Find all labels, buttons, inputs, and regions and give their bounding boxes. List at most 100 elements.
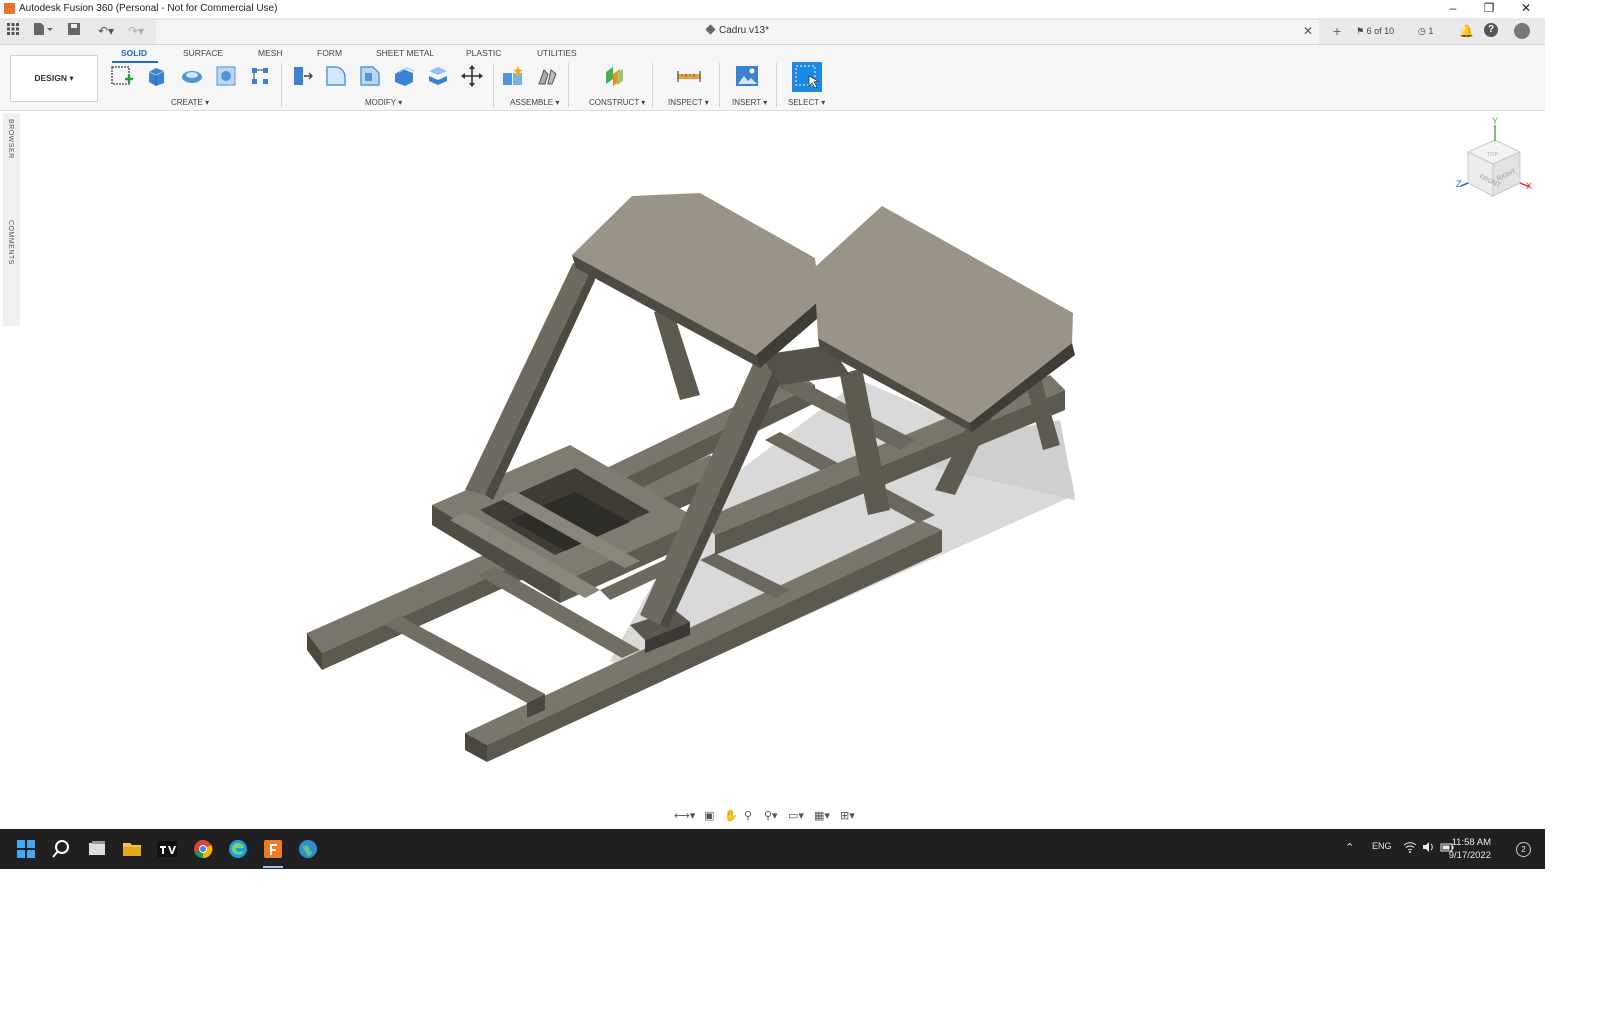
move-icon[interactable] [460, 64, 484, 88]
tradingview-icon[interactable] [157, 839, 177, 859]
viewcube-top-label[interactable]: TOP [1487, 152, 1499, 158]
file-explorer-icon[interactable] [122, 839, 142, 859]
fusion-logo-icon [4, 3, 15, 14]
select-icon[interactable] [792, 62, 822, 92]
separator [652, 63, 653, 107]
view-cube[interactable]: FRONT RIGHT TOP Y X Z [1456, 116, 1532, 197]
workspace-label: DESIGN [34, 73, 67, 83]
assemble-menu[interactable]: ASSEMBLE ▾ [510, 98, 559, 107]
help-icon[interactable]: ? [1484, 23, 1498, 37]
modify-menu[interactable]: MODIFY ▾ [365, 98, 402, 107]
cube-icon [705, 24, 716, 35]
file-menu-icon[interactable] [32, 23, 54, 39]
frame-model[interactable] [307, 193, 1075, 762]
hole-icon[interactable] [214, 64, 238, 88]
insert-menu[interactable]: INSERT ▾ [732, 98, 767, 107]
new-tab-plus-icon[interactable]: + [1327, 23, 1347, 39]
job-status[interactable]: ◷ 1 [1418, 23, 1433, 39]
pan-hand-icon[interactable]: ✋ [724, 809, 738, 822]
separator [281, 63, 282, 107]
undo-icon[interactable]: ↶▾ [94, 23, 118, 39]
revolve-icon[interactable] [180, 64, 204, 88]
notifications-bell-icon[interactable]: 🔔 [1459, 23, 1474, 39]
clock-date: 9/17/2022 [1448, 850, 1491, 861]
combine-icon[interactable] [426, 64, 450, 88]
windows-start-icon[interactable] [16, 839, 36, 859]
minimize-button[interactable]: – [1435, 0, 1471, 18]
tab-utilities[interactable]: UTILITIES [537, 48, 577, 58]
clock-icon: ◷ [1418, 26, 1426, 36]
3d-viewport[interactable]: FRONT RIGHT TOP Y X Z [0, 111, 1545, 829]
chamfer-icon[interactable] [358, 64, 382, 88]
user-avatar[interactable] [1514, 23, 1530, 39]
offset-plane-icon[interactable] [603, 64, 627, 88]
search-icon[interactable] [51, 839, 71, 859]
tab-plastic[interactable]: PLASTIC [466, 48, 501, 58]
clock-time: 11:58 AM [1451, 837, 1491, 848]
restore-button[interactable]: ❐ [1471, 0, 1507, 18]
tab-surface[interactable]: SURFACE [183, 48, 223, 58]
document-tab[interactable]: Cadru v13* ✕ [156, 20, 1319, 44]
job-count: 1 [1428, 26, 1434, 36]
show-hidden-icons-chevron-icon[interactable]: ⌃ [1345, 841, 1354, 854]
viewports-icon[interactable]: ⊞▾ [840, 809, 855, 822]
title-bar: Autodesk Fusion 360 (Personal - Not for … [0, 0, 1545, 18]
display-settings-icon[interactable]: ▭▾ [788, 809, 804, 822]
task-view-icon[interactable] [87, 839, 107, 859]
window-title: Autodesk Fusion 360 (Personal - Not for … [19, 3, 278, 14]
pattern-icon[interactable] [248, 64, 272, 88]
create-sketch-icon[interactable] [110, 64, 134, 88]
axis-z-label: Z [1456, 179, 1462, 189]
grid-settings-icon[interactable]: ▦▾ [814, 809, 830, 822]
construct-menu[interactable]: CONSTRUCT ▾ [589, 98, 645, 107]
zoom-window-icon[interactable]: ⚲▾ [764, 809, 778, 822]
navigation-bar: ⟷▾ ▣ ✋ ⚲ ⚲▾ ▭▾ ▦▾ ⊞▾ [674, 808, 870, 826]
redo-icon[interactable]: ↷▾ [124, 23, 148, 39]
language-indicator[interactable]: ENG [1372, 841, 1392, 851]
version-count: 6 of 10 [1366, 26, 1395, 36]
document-name: Cadru v13* [718, 25, 770, 36]
tab-form[interactable]: FORM [317, 48, 342, 58]
close-tab-icon[interactable]: ✕ [1303, 24, 1313, 38]
look-at-icon[interactable]: ▣ [704, 809, 714, 822]
close-button[interactable]: ✕ [1508, 0, 1544, 18]
zoom-icon[interactable]: ⚲ [744, 809, 752, 822]
separator [493, 63, 494, 107]
tab-solid[interactable]: SOLID [121, 48, 147, 58]
workspace-switcher[interactable]: DESIGN ▾ [10, 55, 98, 102]
wifi-icon[interactable] [1403, 841, 1417, 853]
axis-y-label: Y [1492, 116, 1498, 126]
fusion-window: Autodesk Fusion 360 (Personal - Not for … [0, 0, 1545, 869]
data-panel-grid-icon[interactable] [6, 23, 20, 39]
measure-icon[interactable] [677, 64, 701, 88]
tab-mesh[interactable]: MESH [258, 48, 283, 58]
joint-icon[interactable] [535, 64, 559, 88]
create-menu[interactable]: CREATE ▾ [171, 98, 209, 107]
separator [568, 63, 569, 107]
flag-icon: ⚑ [1356, 26, 1365, 36]
windows-taskbar: ⌃ ENG 11:58 AM 9/17/2022 2 [0, 829, 1545, 869]
separator [719, 63, 720, 107]
separator [776, 63, 777, 107]
notification-count-badge[interactable]: 2 [1516, 842, 1531, 857]
insert-image-icon[interactable] [735, 64, 759, 88]
press-pull-icon[interactable] [290, 64, 314, 88]
shell-icon[interactable] [392, 64, 416, 88]
inspect-menu[interactable]: INSPECT ▾ [668, 98, 709, 107]
fillet-icon[interactable] [324, 64, 348, 88]
version-indicator[interactable]: ⚑ 6 of 10 [1356, 23, 1394, 39]
new-component-icon[interactable] [501, 64, 525, 88]
extrude-icon[interactable] [145, 64, 169, 88]
globe-app-icon[interactable] [298, 839, 318, 859]
axis-x-label: X [1526, 181, 1532, 191]
clock[interactable]: 11:58 AM 9/17/2022 [1449, 836, 1491, 862]
active-tab-indicator [112, 61, 158, 63]
fusion-360-taskbar-icon[interactable] [263, 839, 283, 859]
orbit-icon[interactable]: ⟷▾ [674, 809, 695, 822]
tab-sheet-metal[interactable]: SHEET METAL [376, 48, 434, 58]
edge-icon[interactable] [228, 839, 248, 859]
volume-icon[interactable] [1422, 841, 1434, 853]
chrome-icon[interactable] [193, 839, 213, 859]
select-menu[interactable]: SELECT ▾ [788, 98, 825, 107]
save-icon[interactable] [67, 23, 81, 39]
